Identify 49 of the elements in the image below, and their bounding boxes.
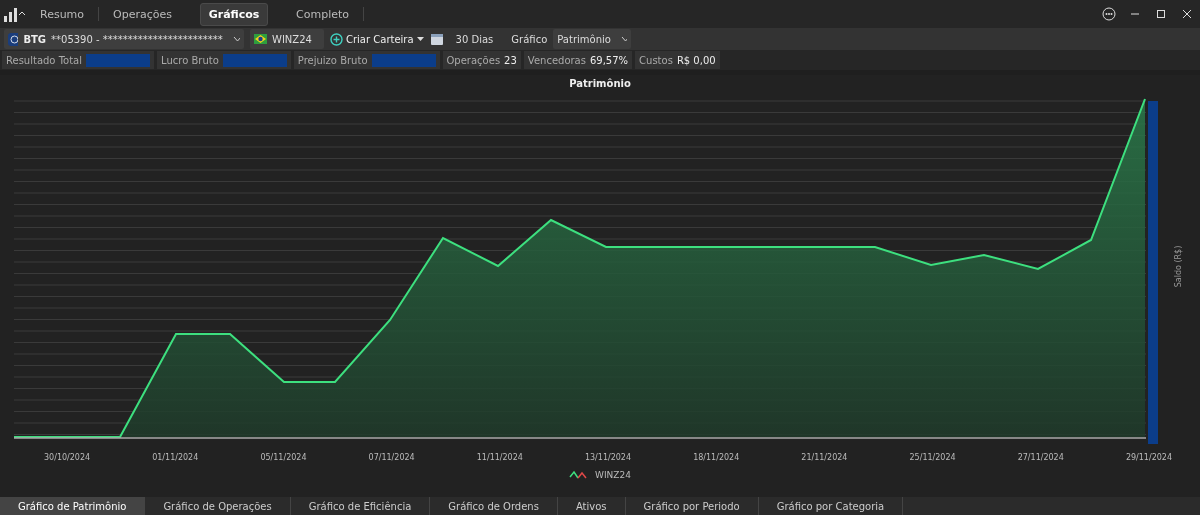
tab[interactable]: Resumo <box>40 3 85 25</box>
x-axis-label: 30/10/2024 <box>44 453 91 462</box>
chart-tab[interactable]: Gráfico de Ordens <box>430 497 558 515</box>
stat-label: Operações <box>446 54 501 66</box>
chevron-down-icon <box>620 36 628 42</box>
x-axis-label: 07/11/2024 <box>368 453 415 462</box>
x-axis-label: 29/11/2024 <box>1125 453 1172 462</box>
asset-select[interactable]: WINZ24 <box>250 29 324 49</box>
chevron-down-icon <box>232 36 240 42</box>
x-axis-label: 21/11/2024 <box>801 453 848 462</box>
chart-tab[interactable]: Gráfico por Categoria <box>758 497 904 515</box>
chart-tab[interactable]: Ativos <box>557 497 626 515</box>
chart-bars-icon[interactable] <box>4 6 26 22</box>
stat-value: 69,57% <box>589 54 629 66</box>
calendar-icon[interactable] <box>429 32 444 46</box>
x-axis-label: 05/11/2024 <box>260 453 307 462</box>
broker-logo-icon <box>8 32 19 46</box>
stat-label: Lucro Bruto <box>161 54 219 66</box>
tab[interactable]: Gráficos <box>200 2 269 26</box>
x-axis-label: 13/11/2024 <box>584 453 632 462</box>
chart-type-label: Gráfico <box>511 33 548 45</box>
chart-type-select[interactable]: Patrimônio <box>553 29 632 49</box>
chart-tab[interactable]: Gráfico de Patrimônio <box>0 497 146 515</box>
chart-tab[interactable]: Gráfico de Operações <box>145 497 291 515</box>
legend-label: WINZ24 <box>595 470 631 480</box>
stat-label: Custos <box>639 54 673 66</box>
tab[interactable]: Completo <box>296 3 349 25</box>
tab[interactable]: Operações <box>113 3 173 25</box>
x-axis-label: 27/11/2024 <box>1017 453 1064 462</box>
caret-icon <box>416 36 424 42</box>
stat-label: Prejuizo Bruto <box>297 54 368 66</box>
stat-value: 23 <box>504 54 517 66</box>
chart-tab[interactable]: Gráfico de Eficiência <box>290 497 431 515</box>
flag-icon <box>254 34 267 44</box>
x-axis-label: 25/11/2024 <box>909 453 956 462</box>
plus-circle-icon <box>330 32 343 46</box>
stat-label: Resultado Total <box>6 54 83 66</box>
chart-title: Patrimônio <box>568 78 632 89</box>
y-axis-label: Saldo (R$) <box>1174 245 1184 288</box>
stat-value: R$ 0,00 <box>676 54 716 66</box>
x-axis-label: 11/11/2024 <box>476 453 523 462</box>
stat-label: Vencedoras <box>527 54 586 66</box>
chart-tab[interactable]: Gráfico por Periodo <box>625 497 759 515</box>
account-select[interactable]: BTG **05390 - ************************ <box>4 29 244 49</box>
line-legend-icon <box>569 470 588 480</box>
x-axis-label: 18/11/2024 <box>693 453 740 462</box>
create-portfolio-button[interactable]: Criar Carteira <box>330 32 424 46</box>
period-label: 30 Dias <box>455 33 494 45</box>
x-axis-label: 01/11/2024 <box>152 453 199 462</box>
